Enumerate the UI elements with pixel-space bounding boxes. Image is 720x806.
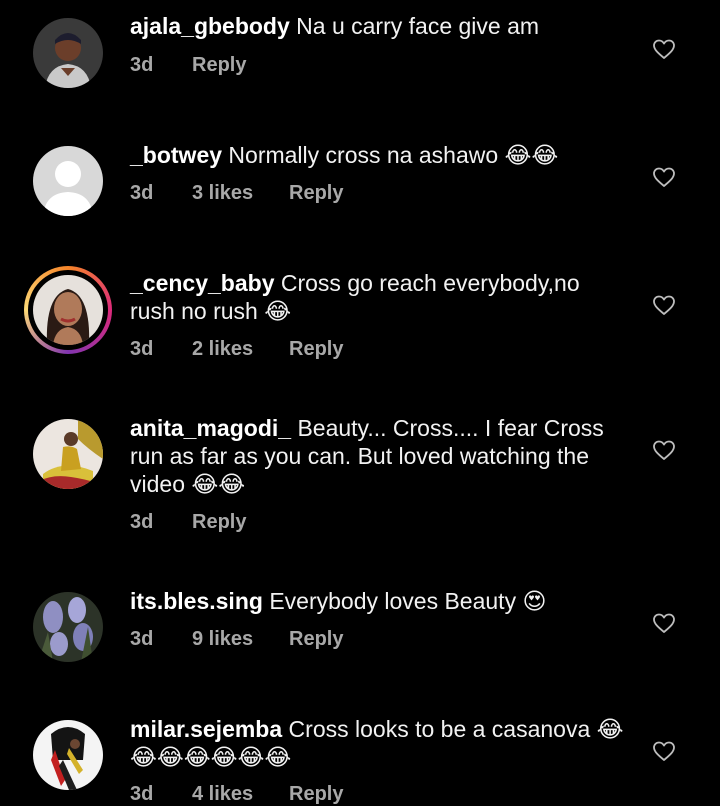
comment-body: ajala_gbebody Na u carry face give am [130,12,630,40]
comment-text: Na u carry face give am [296,13,540,39]
reply-button[interactable]: Reply [289,628,343,651]
comment-meta: 3d 4 likes Reply [130,783,343,806]
reply-button[interactable]: Reply [289,783,343,806]
comment-text: Everybody loves Beauty 😍 [269,588,547,614]
avatar-image [33,419,103,489]
comment-likes[interactable]: 4 likes [192,783,289,806]
comment-body: _botwey Normally cross na ashawo 😂😂 [130,141,630,169]
comment-body: _cency_baby Cross go reach everybody,no … [130,269,630,325]
comment-time: 3d [130,338,154,360]
heart-outline-icon[interactable] [652,611,676,635]
reply-button[interactable]: Reply [192,54,246,77]
default-avatar-icon [33,146,103,216]
comment-time: 3d [130,511,154,533]
comment-username[interactable]: _cency_baby [130,270,274,296]
heart-outline-icon[interactable] [652,37,676,61]
comment-username[interactable]: anita_magodi_ [130,415,291,441]
heart-outline-icon[interactable] [652,293,676,317]
avatar[interactable] [33,419,103,489]
comment-meta: 3d Reply [130,511,246,534]
comment-username[interactable]: _botwey [130,142,222,168]
comment-likes[interactable]: 9 likes [192,628,289,651]
comment-text: Normally cross na ashawo 😂😂 [228,142,559,168]
avatar-image [33,720,103,790]
avatar[interactable] [33,146,103,216]
comment-username[interactable]: its.bles.sing [130,588,263,614]
comment-body: anita_magodi_ Beauty... Cross.... I fear… [130,414,630,498]
comment-username[interactable]: milar.sejemba [130,716,282,742]
reply-button[interactable]: Reply [289,182,343,205]
comment-meta: 3d 9 likes Reply [130,628,343,651]
reply-button[interactable]: Reply [289,338,343,361]
comment-body: milar.sejemba Cross looks to be a casano… [130,715,630,771]
heart-outline-icon[interactable] [652,165,676,189]
avatar[interactable] [33,18,103,88]
comment-likes[interactable]: 2 likes [192,338,289,361]
comment-likes[interactable]: 3 likes [192,182,289,205]
comment-time: 3d [130,182,154,204]
reply-button[interactable]: Reply [192,511,246,534]
heart-outline-icon[interactable] [652,438,676,462]
avatar [28,270,108,350]
heart-outline-icon[interactable] [652,739,676,763]
comment-meta: 3d Reply [130,54,246,77]
comment-body: its.bles.sing Everybody loves Beauty 😍 [130,587,630,615]
avatar-image [33,18,103,88]
avatar[interactable] [33,592,103,662]
avatar-story-ring[interactable] [24,266,112,354]
comment-meta: 3d 2 likes Reply [130,338,343,361]
avatar[interactable] [33,720,103,790]
avatar-image [33,275,103,345]
comment-meta: 3d 3 likes Reply [130,182,343,205]
comment-time: 3d [130,54,154,76]
avatar-image [33,592,103,662]
comment-time: 3d [130,628,154,650]
comment-time: 3d [130,783,154,805]
comment-username[interactable]: ajala_gbebody [130,13,290,39]
